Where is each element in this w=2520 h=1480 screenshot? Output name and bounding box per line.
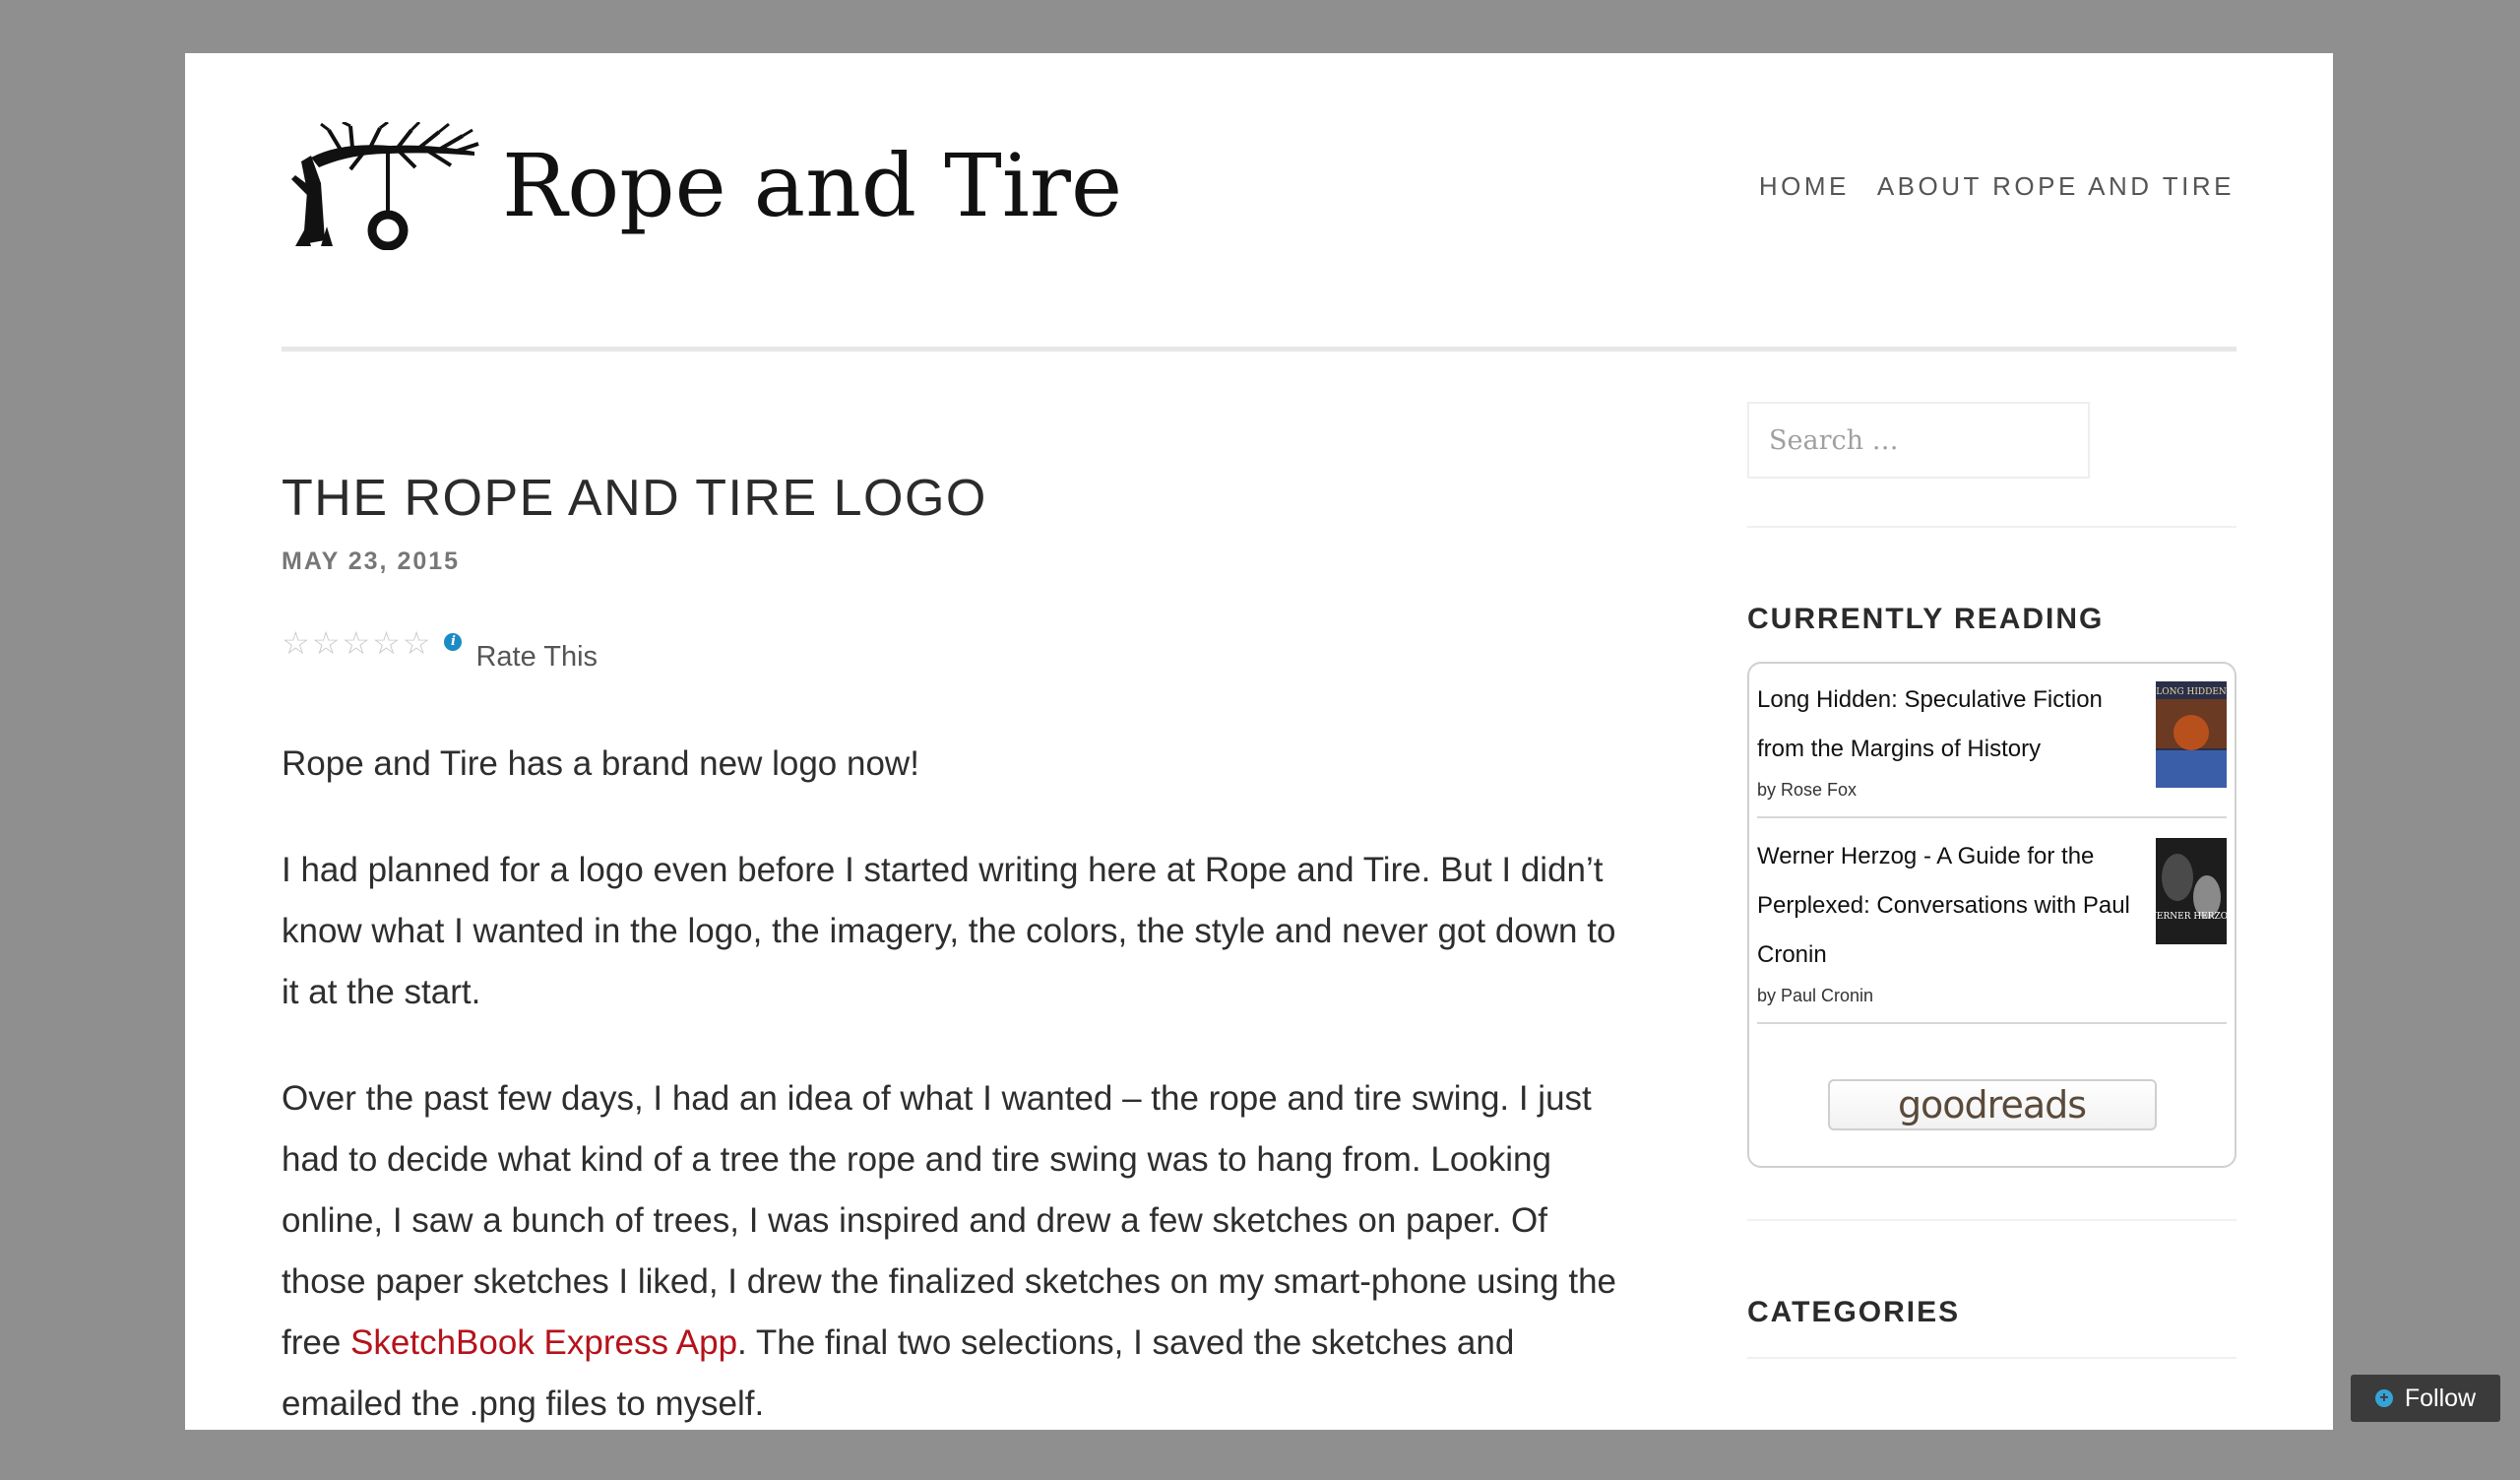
book-item: Werner Herzog - A Guide for the Perplexe… [1757, 832, 2227, 1024]
book-cover-text: LONG HIDDEN [2156, 687, 2227, 697]
post-title[interactable]: THE ROPE AND TIRE LOGO [282, 467, 1640, 530]
book-title-link[interactable]: Werner Herzog - A Guide for the Perplexe… [1757, 832, 2151, 980]
book-info: Werner Herzog - A Guide for the Perplexe… [1757, 832, 2151, 1006]
star-icon[interactable]: ☆ [312, 627, 341, 659]
star-icon[interactable]: ☆ [342, 627, 370, 659]
rating-widget: ☆ ☆ ☆ ☆ ☆ i Rate This [282, 627, 1640, 676]
site-logo-link[interactable]: Rope and Tire [282, 122, 1122, 250]
nav-item-home[interactable]: HOME [1759, 171, 1850, 202]
star-icon[interactable]: ☆ [403, 627, 431, 659]
search-input[interactable] [1747, 402, 2090, 479]
goodreads-badge[interactable]: goodreads [1827, 1079, 2157, 1130]
plus-icon: + [2374, 1389, 2393, 1407]
tree-swing-logo-icon [291, 122, 479, 250]
header-divider [282, 347, 2236, 352]
post-content: Rope and Tire has a brand new logo now! … [282, 734, 1640, 1435]
post-paragraph: Rope and Tire has a brand new logo now! [282, 744, 919, 783]
currently-reading-widget: Long Hidden: Speculative Fiction from th… [1747, 662, 2236, 1168]
sidebar: CURRENTLY READING Long Hidden: Speculati… [1747, 402, 2236, 1359]
info-icon[interactable]: i [444, 633, 463, 651]
categories-title: CATEGORIES [1747, 1296, 1961, 1328]
sidebar-divider [1747, 1357, 2236, 1359]
page-container: Rope and Tire HOME ABOUT ROPE AND TIRE T… [185, 53, 2333, 1430]
book-author[interactable]: by Rose Fox [1757, 780, 2151, 801]
star-icon[interactable]: ☆ [372, 627, 401, 659]
sidebar-divider [1747, 526, 2236, 528]
nav-item-about[interactable]: ABOUT ROPE AND TIRE [1877, 171, 2235, 202]
sidebar-divider [1747, 1219, 2236, 1221]
follow-label: Follow [2404, 1383, 2477, 1412]
follow-button[interactable]: + Follow [2351, 1375, 2500, 1422]
post-article: THE ROPE AND TIRE LOGO MAY 23, 2015 ☆ ☆ … [282, 467, 1640, 1480]
star-icon[interactable]: ☆ [282, 627, 310, 659]
currently-reading-title: CURRENTLY READING [1747, 603, 2105, 635]
sketchbook-express-link[interactable]: SketchBook Express App [350, 1323, 737, 1362]
book-cover-long-hidden[interactable]: LONG HIDDEN [2156, 681, 2227, 788]
post-date[interactable]: MAY 23, 2015 [282, 547, 1640, 576]
site-title: Rope and Tire [502, 135, 1123, 236]
book-cover-text: WERNER HERZOG [2156, 912, 2227, 922]
book-item: Long Hidden: Speculative Fiction from th… [1757, 676, 2227, 818]
book-cover-werner-herzog[interactable]: WERNER HERZOG [2156, 838, 2227, 944]
rate-this-label: Rate This [475, 641, 598, 673]
book-author[interactable]: by Paul Cronin [1757, 986, 2151, 1006]
star-rating[interactable]: ☆ ☆ ☆ ☆ ☆ [282, 627, 430, 659]
book-info: Long Hidden: Speculative Fiction from th… [1757, 676, 2151, 801]
main-navigation: HOME ABOUT ROPE AND TIRE [1759, 171, 2235, 202]
paragraph-text: Over the past few days, I had an idea of… [282, 1079, 1616, 1362]
post-paragraph: I had planned for a logo even before I s… [282, 851, 1616, 1011]
book-title-link[interactable]: Long Hidden: Speculative Fiction from th… [1757, 676, 2151, 774]
post-paragraph: Over the past few days, I had an idea of… [282, 1068, 1640, 1435]
